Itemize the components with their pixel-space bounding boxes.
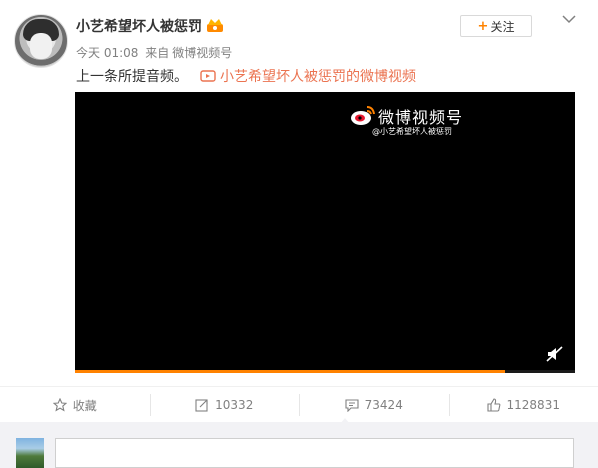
comment-icon (345, 399, 359, 412)
like-icon (486, 398, 500, 412)
video-link[interactable]: 小艺希望坏人被惩罚的微博视频 (200, 66, 416, 86)
video-player[interactable] (75, 92, 575, 373)
like-count: 1128831 (506, 398, 560, 412)
favorite-button[interactable]: 收藏 (0, 394, 150, 416)
watermark-subtitle: @小艺希望坏人被惩罚 (372, 127, 452, 136)
follow-label: 关注 (490, 19, 515, 34)
comment-count: 73424 (364, 398, 403, 412)
follow-button[interactable]: + 关注 (460, 15, 532, 37)
weibo-post-card: 小艺希望坏人被惩罚 + 关注 今天 01:08 来自 微博视频号 上一条所提音频。… (0, 0, 598, 468)
post-source[interactable]: 微博视频号 (172, 46, 232, 60)
post-meta: 今天 01:08 来自 微博视频号 (76, 44, 235, 61)
author-name[interactable]: 小艺希望坏人被惩罚 (76, 16, 202, 36)
video-link-text: 小艺希望坏人被惩罚的微博视频 (220, 69, 416, 85)
post-time[interactable]: 今天 01:08 (76, 46, 138, 60)
repost-count: 10332 (215, 398, 254, 412)
weibo-logo-icon (351, 106, 375, 125)
author-avatar[interactable] (14, 14, 68, 68)
avatar-face (30, 33, 52, 59)
source-prefix: 来自 (145, 46, 170, 60)
vip-crown-icon[interactable] (206, 17, 224, 33)
repost-icon (195, 399, 208, 412)
current-user-avatar[interactable] (16, 438, 44, 468)
post-text: 上一条所提音频。 (76, 69, 188, 85)
mute-icon[interactable] (546, 346, 564, 362)
action-bar: 收藏 10332 73424 1128831 (0, 386, 598, 423)
comment-button[interactable]: 73424 (299, 394, 449, 416)
like-button[interactable]: 1128831 (448, 394, 598, 416)
watermark-title: 微博视频号 (378, 108, 464, 127)
comment-input[interactable] (55, 438, 574, 468)
video-icon (200, 70, 216, 82)
plus-icon: + (477, 18, 489, 34)
star-icon (52, 398, 67, 412)
favorite-label: 收藏 (72, 398, 97, 413)
repost-button[interactable]: 10332 (149, 394, 300, 416)
video-progress-track (505, 370, 575, 373)
chevron-down-icon[interactable] (562, 14, 576, 24)
video-progress-bar[interactable] (75, 370, 505, 373)
